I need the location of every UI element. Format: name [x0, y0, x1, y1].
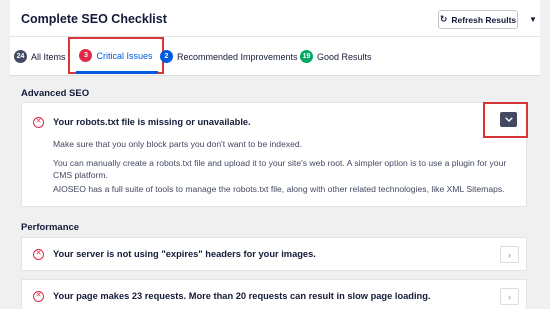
critical-x-icon: ✕	[33, 117, 44, 128]
refresh-icon: ↻	[439, 14, 448, 24]
issue-description-3: AIOSEO has a full suite of tools to mana…	[53, 184, 505, 194]
tab-count-badge: 2	[160, 50, 173, 63]
collapse-issue-button[interactable]	[500, 112, 517, 127]
tab-label: All Items	[31, 51, 66, 62]
tab-critical-issues[interactable]: 3 Critical Issues	[68, 37, 164, 74]
tab-recommended-improvements[interactable]: 2 Recommended Improvements	[160, 37, 298, 76]
tab-good-results[interactable]: 19 Good Results	[300, 37, 372, 76]
tab-count-badge: 19	[300, 50, 313, 63]
critical-x-icon: ✕	[33, 249, 44, 260]
chevron-down-icon: ▼	[529, 15, 537, 24]
issue-description-1: Make sure that you only block parts you …	[53, 139, 303, 149]
section-title-advanced-seo: Advanced SEO	[21, 88, 90, 99]
tab-all-items[interactable]: 24 All Items	[14, 37, 66, 76]
issue-title: Your page makes 23 requests. More than 2…	[53, 291, 431, 301]
collapse-panel-button[interactable]: ▼	[524, 10, 542, 29]
issue-card-expires-headers[interactable]: ✕ Your server is not using "expires" hea…	[21, 237, 527, 271]
issue-description-2: You can manually create a robots.txt fil…	[53, 158, 507, 180]
page-title: Complete SEO Checklist	[21, 12, 167, 26]
expand-issue-button[interactable]: ›	[500, 246, 519, 263]
checklist-header: Complete SEO Checklist ↻ Refresh Results…	[10, 0, 540, 37]
tab-count-badge: 3	[79, 49, 93, 62]
issue-title: Your robots.txt file is missing or unava…	[53, 117, 251, 127]
issue-card-page-requests[interactable]: ✕ Your page makes 23 requests. More than…	[21, 279, 527, 309]
critical-x-icon: ✕	[33, 291, 44, 302]
refresh-results-label: Refresh Results	[451, 14, 517, 25]
tab-label: Good Results	[317, 51, 372, 62]
active-tab-indicator	[76, 71, 158, 74]
tab-count-badge: 24	[14, 50, 27, 63]
tab-label: Critical Issues	[96, 50, 153, 61]
section-title-performance: Performance	[21, 222, 80, 233]
refresh-results-button[interactable]: ↻ Refresh Results	[438, 10, 518, 29]
results-tabs: 24 All Items 3 Critical Issues 2 Recomme…	[10, 37, 540, 76]
chevron-right-icon: ›	[508, 249, 511, 260]
expand-issue-button[interactable]: ›	[500, 288, 519, 305]
issue-card-robots: ✕ Your robots.txt file is missing or una…	[21, 102, 527, 207]
tab-label: Recommended Improvements	[177, 51, 298, 62]
chevron-down-icon	[504, 117, 513, 122]
chevron-right-icon: ›	[508, 291, 511, 302]
issue-title: Your server is not using "expires" heade…	[53, 249, 316, 259]
